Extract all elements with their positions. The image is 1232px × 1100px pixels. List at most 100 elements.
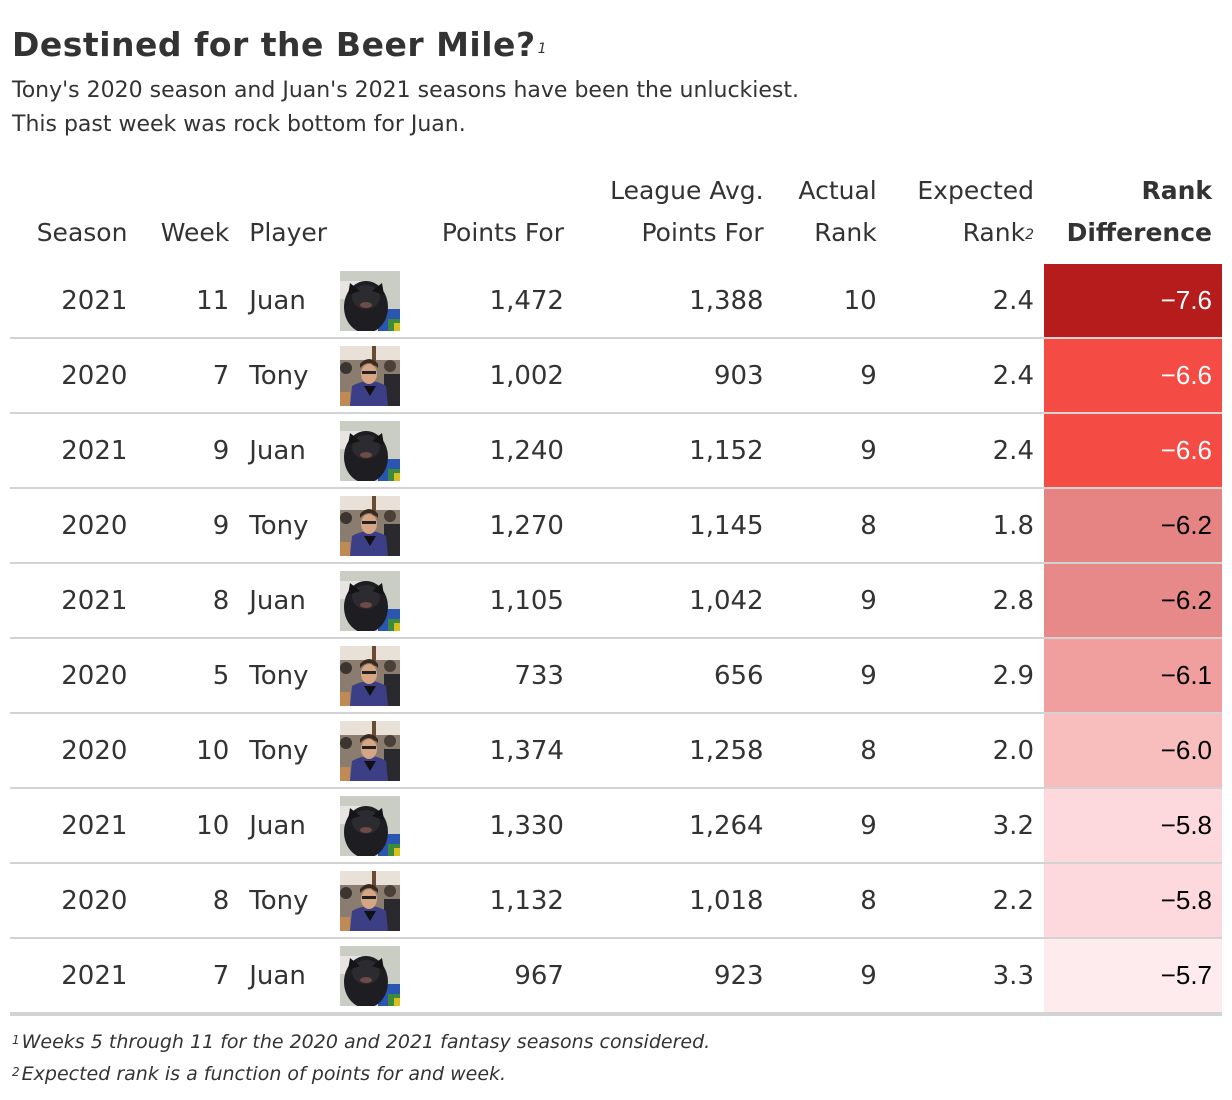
season-cell: 2020 [10,637,138,713]
player-cell: Juan [239,412,331,488]
avatar-cell [330,562,411,638]
league-avg-cell: 1,258 [573,712,774,788]
col-points-for: Points For [441,218,564,247]
league-avg-cell: 1,152 [573,412,774,488]
points-for-cell: 1,472 [489,285,564,316]
actual-rank-cell: 10 [843,285,877,316]
player-cell: Tony [239,637,331,713]
actual-rank-cell: 9 [773,937,887,1016]
avatar-cell [330,487,411,563]
week-cell: 9 [137,487,240,563]
points-for-cell: 1,132 [410,862,574,938]
col-expected-rank: Expected Rank2 [917,176,1034,247]
actual-rank-cell: 8 [773,487,887,563]
avatar-dog-photo [340,795,401,856]
rank-difference-cell: −5.7 [1044,937,1222,1016]
expected-rank-cell: 2.2 [886,862,1044,938]
points-for-cell: 1,002 [410,337,574,413]
rank-difference-cell: −7.6 [1044,264,1222,338]
week-cell: 11 [196,285,230,316]
subtitle-line-2: This past week was rock bottom for Juan. [12,112,466,137]
rank-difference-cell: −6.2 [1044,562,1222,638]
player-cell: Tony [239,712,331,788]
player-cell: Tony [239,487,331,563]
rank-difference-cell: −5.8 [1044,862,1222,938]
player-cell: Juan [239,562,331,638]
week-cell: 8 [137,862,240,938]
player-cell: Juan [239,787,331,863]
rank-difference-cell: −6.6 [1044,337,1222,413]
title-footnote-mark: 1 [537,41,548,57]
actual-rank-cell: 9 [773,337,887,413]
points-for-cell: 1,270 [410,487,574,563]
actual-rank-cell: 8 [773,712,887,788]
avatar-cell [330,712,411,788]
table-row: 2020 8 Tony 1,132 1,018 8 2.2 −5.8 [10,862,1222,938]
league-avg-cell: 1,018 [573,862,774,938]
avatar-person-photo [340,645,401,706]
league-avg-cell: 1,388 [689,285,764,316]
season-cell: 2020 [10,862,138,938]
rank-difference-cell: −6.1 [1044,637,1222,713]
rank-difference-cell: −6.6 [1044,412,1222,488]
table-row: 2021 10 Juan 1,330 1,264 9 3.2 −5.8 [10,787,1222,863]
footnotes: 1 Weeks 5 through 11 for the 2020 and 202… [12,1026,710,1090]
season-cell: 2021 [61,285,128,316]
expected-rank-cell: 2.0 [886,712,1044,788]
table-row: 2021 11 Juan 1,472 1,388 10 2.4 −7.6 [10,264,1222,338]
player-cell: Tony [239,337,331,413]
col-actual-rank: Actual Rank [798,176,877,247]
season-cell: 2021 [10,562,138,638]
table-body: 2021 11 Juan 1,472 1,388 10 2.4 −7.6 2020 7 Tony 1,… [10,264,1222,1016]
expected-rank-cell: 3.2 [886,787,1044,863]
actual-rank-cell: 9 [773,412,887,488]
subtitle-line-1: Tony's 2020 season and Juan's 2021 seaso… [12,78,800,103]
avatar-cell [330,862,411,938]
table-row: 2021 7 Juan 967 923 9 3.3 −5.7 [10,937,1222,1016]
avatar-cell [330,412,411,488]
season-cell: 2021 [10,937,138,1016]
season-cell: 2020 [10,487,138,563]
rank-difference-cell: −6.2 [1044,487,1222,563]
points-for-cell: 733 [410,637,574,713]
week-cell: 10 [137,712,240,788]
avatar-dog-photo [340,270,401,331]
table-row: 2021 8 Juan 1,105 1,042 9 2.8 −6.2 [10,562,1222,638]
col-league-avg: League Avg. Points For [610,176,764,247]
actual-rank-cell: 9 [773,637,887,713]
avatar-dog-photo [340,420,401,481]
league-avg-cell: 656 [573,637,774,713]
actual-rank-cell: 9 [773,787,887,863]
col-rank-difference: Rank Difference [1066,176,1212,247]
league-avg-cell: 923 [573,937,774,1016]
expected-rank-cell: 1.8 [886,487,1044,563]
actual-rank-cell: 9 [773,562,887,638]
expected-rank-cell: 3.3 [886,937,1044,1016]
header: Destined for the Beer Mile? 1 Tony's 2020… [12,22,1222,142]
rank-difference-cell: −6.0 [1044,712,1222,788]
season-cell: 2021 [10,412,138,488]
season-cell: 2020 [10,712,138,788]
expected-rank-cell: 2.4 [886,412,1044,488]
expected-rank-cell: 2.9 [886,637,1044,713]
footnote-1: 1 Weeks 5 through 11 for the 2020 and 202… [12,1031,711,1053]
header-row: Season Week Player Points For League Avg… [10,170,1222,264]
week-cell: 9 [137,412,240,488]
rank-table: Season Week Player Points For League Avg… [10,170,1222,1016]
table-row: 2020 9 Tony 1,270 1,145 8 1.8 −6.2 [10,487,1222,563]
page-title: Destined for the Beer Mile? 1 [12,25,548,64]
points-for-cell: 1,330 [410,787,574,863]
season-cell: 2021 [10,787,138,863]
actual-rank-cell: 8 [773,862,887,938]
avatar-cell [330,937,411,1016]
week-cell: 7 [137,937,240,1016]
avatar-person-photo [340,495,401,556]
avatar-dog-photo [340,945,401,1006]
col-week: Week [160,218,230,247]
avatar-dog-photo [340,570,401,631]
player-cell: Tony [239,862,331,938]
col-player: Player [249,218,328,247]
week-cell: 7 [137,337,240,413]
week-cell: 8 [137,562,240,638]
col-season: Season [36,218,128,247]
